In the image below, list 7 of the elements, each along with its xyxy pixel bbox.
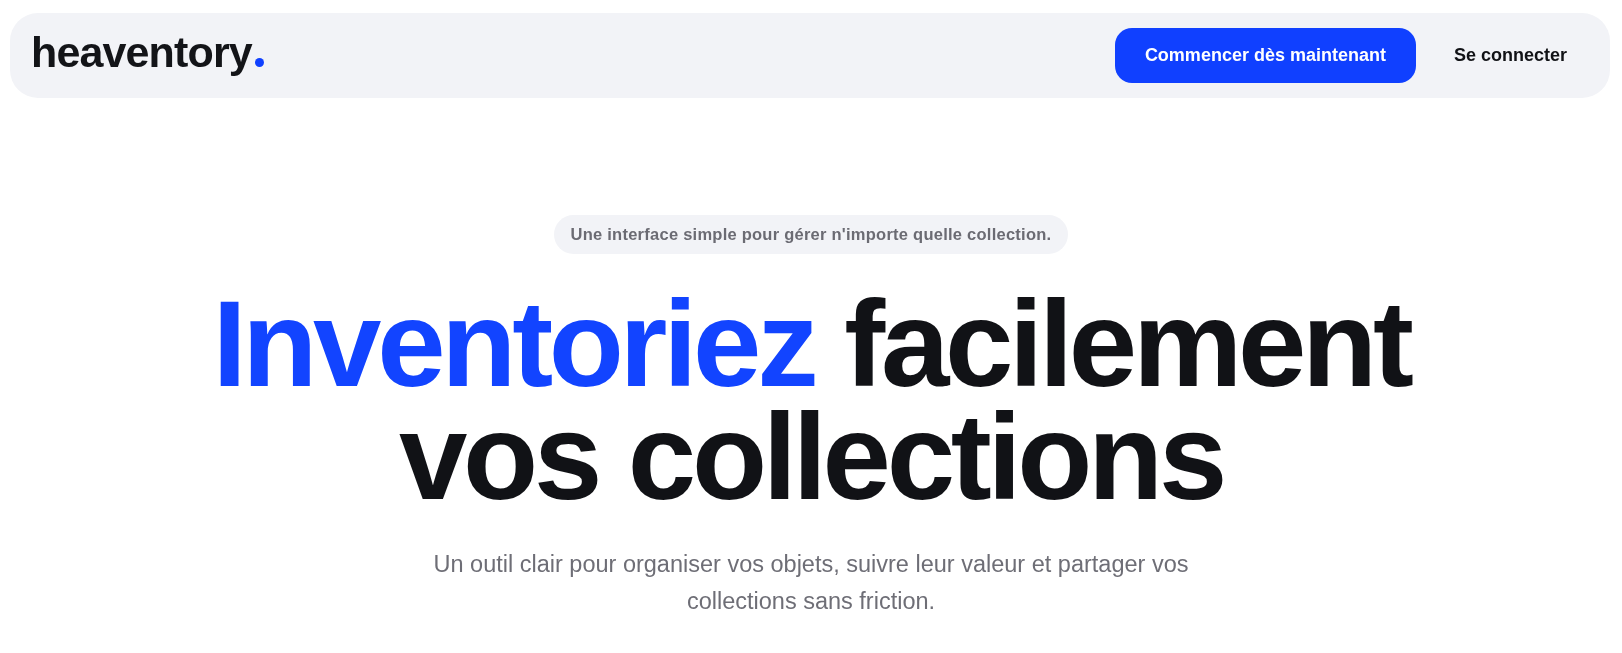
- start-button[interactable]: Commencer dès maintenant: [1114, 28, 1416, 83]
- hero-heading: Inventoriez facilement vos collections: [211, 287, 1412, 513]
- logo[interactable]: heaventory: [31, 31, 264, 80]
- login-link[interactable]: Se connecter: [1433, 28, 1587, 83]
- tagline-pill: Une interface simple pour gérer n'importe quelle collection.: [553, 215, 1069, 254]
- hero-subtitle: Un outil clair pour organiser vos objets, suivre leur valeur et partager vos collections sans friction.: [432, 550, 1190, 616]
- dot-icon: [254, 58, 264, 67]
